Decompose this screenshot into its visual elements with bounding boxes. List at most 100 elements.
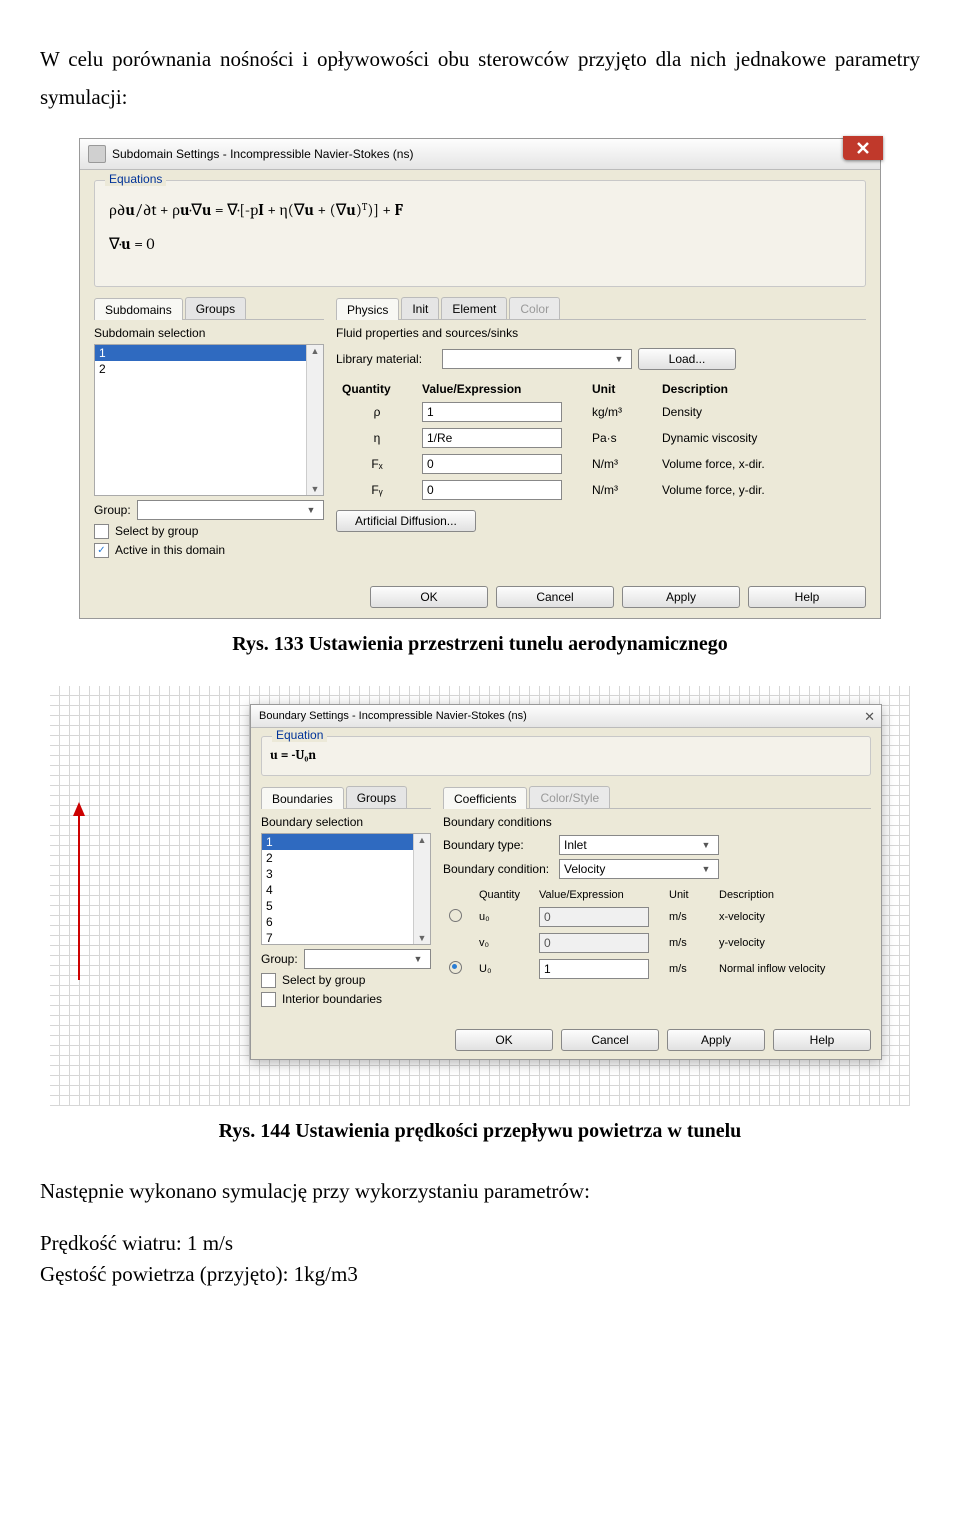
scrollbar[interactable]: ▲▼ <box>413 834 430 944</box>
subdomain-selection-label: Subdomain selection <box>94 326 324 340</box>
dialog-buttons: OK Cancel Apply Help <box>80 576 880 618</box>
close-button[interactable] <box>843 136 883 160</box>
col-unit: Unit <box>588 380 656 398</box>
q-U0: U₀ <box>475 957 533 981</box>
list-item[interactable]: 1 <box>95 345 323 361</box>
subdomain-dialog-wrap: Subdomain Settings - Incompressible Navi… <box>40 138 920 619</box>
boundary-condition-dropdown[interactable]: Velocity▼ <box>559 859 719 879</box>
boundary-listbox[interactable]: 1 2 3 4 5 6 7 ▲▼ <box>261 833 431 945</box>
u0-radio[interactable] <box>449 909 462 922</box>
active-in-domain-label: Active in this domain <box>115 543 225 557</box>
scroll-down-icon[interactable]: ▼ <box>310 483 321 495</box>
U0-radio[interactable] <box>449 961 462 974</box>
list-item[interactable]: 3 <box>262 866 430 882</box>
U0-input[interactable] <box>539 959 649 979</box>
titlebar[interactable]: Boundary Settings - Incompressible Navie… <box>251 705 881 728</box>
ok-button[interactable]: OK <box>455 1029 553 1051</box>
list-item[interactable]: 6 <box>262 914 430 930</box>
canvas-grid-background: Boundary Settings - Incompressible Navie… <box>50 686 910 1106</box>
group-dropdown[interactable]: ▼ <box>137 500 324 520</box>
tab-groups[interactable]: Groups <box>346 786 407 808</box>
select-by-group-checkbox[interactable] <box>261 973 276 988</box>
tab-groups[interactable]: Groups <box>185 297 246 319</box>
caption-1: Rys. 133 Ustawienia przestrzeni tunelu a… <box>40 633 920 656</box>
close-button[interactable]: ✕ <box>864 709 875 725</box>
chevron-down-icon: ▼ <box>698 840 714 850</box>
list-item[interactable]: 1 <box>262 834 430 850</box>
fx-input[interactable] <box>422 454 562 474</box>
fy-unit: N/m³ <box>588 478 656 502</box>
eta-unit: Pa·s <box>588 426 656 450</box>
u0-unit: m/s <box>665 905 713 929</box>
load-button[interactable]: Load... <box>638 348 736 370</box>
titlebar[interactable]: Subdomain Settings - Incompressible Navi… <box>80 139 880 170</box>
tab-color[interactable]: Color <box>509 297 560 319</box>
list-item[interactable]: 2 <box>95 361 323 377</box>
boundary-dialog: Boundary Settings - Incompressible Navie… <box>250 704 882 1060</box>
fluid-title: Fluid properties and sources/sinks <box>336 326 866 340</box>
subdomain-listbox[interactable]: 1 2 ▲▼ <box>94 344 324 496</box>
scrollbar[interactable]: ▲▼ <box>306 345 323 495</box>
boundary-condition-label: Boundary condition: <box>443 862 553 876</box>
list-item[interactable]: 2 <box>262 850 430 866</box>
q-eta: η <box>338 426 416 450</box>
apply-button[interactable]: Apply <box>622 586 740 608</box>
svg-text:ρ∂u/∂t + ρu·∇u = ∇·[-pI + η(∇u: ρ∂u/∂t + ρu·∇u = ∇·[-pI + η(∇u + (∇u)T)]… <box>109 201 404 219</box>
q-rho: ρ <box>338 400 416 424</box>
select-by-group-checkbox[interactable] <box>94 524 109 539</box>
v0-desc: y-velocity <box>715 931 869 955</box>
U0-unit: m/s <box>665 957 713 981</box>
select-by-group-label: Select by group <box>115 524 198 538</box>
apply-button[interactable]: Apply <box>667 1029 765 1051</box>
boundary-type-label: Boundary type: <box>443 838 553 852</box>
subdomain-dialog: Subdomain Settings - Incompressible Navi… <box>79 138 881 619</box>
active-in-domain-checkbox[interactable]: ✓ <box>94 543 109 558</box>
scroll-down-icon[interactable]: ▼ <box>417 932 428 944</box>
chevron-down-icon: ▼ <box>698 864 714 874</box>
tab-subdomains[interactable]: Subdomains <box>94 298 183 320</box>
fy-desc: Volume force, y-dir. <box>658 478 864 502</box>
rho-input[interactable] <box>422 402 562 422</box>
tab-element[interactable]: Element <box>441 297 507 319</box>
right-tabs: Physics Init Element Color <box>336 297 866 320</box>
chevron-down-icon: ▼ <box>611 354 627 364</box>
artificial-diffusion-button[interactable]: Artificial Diffusion... <box>336 510 476 532</box>
tab-init[interactable]: Init <box>401 297 439 319</box>
list-item[interactable]: 4 <box>262 882 430 898</box>
dialog-icon <box>88 145 106 163</box>
equations-label: Equations <box>105 172 166 186</box>
scroll-up-icon[interactable]: ▲ <box>310 345 321 357</box>
cancel-button[interactable]: Cancel <box>561 1029 659 1051</box>
boundary-selection-label: Boundary selection <box>261 815 431 829</box>
rho-desc: Density <box>658 400 864 424</box>
tab-coefficients[interactable]: Coefficients <box>443 787 527 809</box>
scroll-up-icon[interactable]: ▲ <box>417 834 428 846</box>
tab-boundaries[interactable]: Boundaries <box>261 787 344 809</box>
tab-physics[interactable]: Physics <box>336 298 399 320</box>
eta-input[interactable] <box>422 428 562 448</box>
interior-boundaries-label: Interior boundaries <box>282 992 382 1006</box>
help-button[interactable]: Help <box>748 586 866 608</box>
boundary-type-dropdown[interactable]: Inlet ▼ <box>559 835 719 855</box>
ok-button[interactable]: OK <box>370 586 488 608</box>
boundary-type-value: Inlet <box>564 838 587 852</box>
after-text: Następnie wykonano symulację przy wykorz… <box>40 1173 920 1211</box>
boundary-conditions-label: Boundary conditions <box>443 815 871 829</box>
v0-input <box>539 933 649 953</box>
group-dropdown[interactable]: ▼ <box>304 949 431 969</box>
U0-desc: Normal inflow velocity <box>715 957 869 981</box>
intro-text: W celu porównania nośności i opływowości… <box>40 41 920 117</box>
help-button[interactable]: Help <box>773 1029 871 1051</box>
list-item[interactable]: 7 <box>262 930 430 945</box>
cancel-button[interactable]: Cancel <box>496 586 614 608</box>
col-quantity: Quantity <box>475 887 533 903</box>
fy-input[interactable] <box>422 480 562 500</box>
equation-text: u = -U₀n <box>270 743 862 767</box>
tab-colorstyle[interactable]: Color/Style <box>529 786 610 808</box>
v0-unit: m/s <box>665 931 713 955</box>
library-material-dropdown[interactable]: ▼ <box>442 349 632 369</box>
interior-boundaries-checkbox[interactable] <box>261 992 276 1007</box>
param-density: Gęstość powietrza (przyjęto): 1kg/m3 <box>40 1262 920 1287</box>
u0-input <box>539 907 649 927</box>
list-item[interactable]: 5 <box>262 898 430 914</box>
